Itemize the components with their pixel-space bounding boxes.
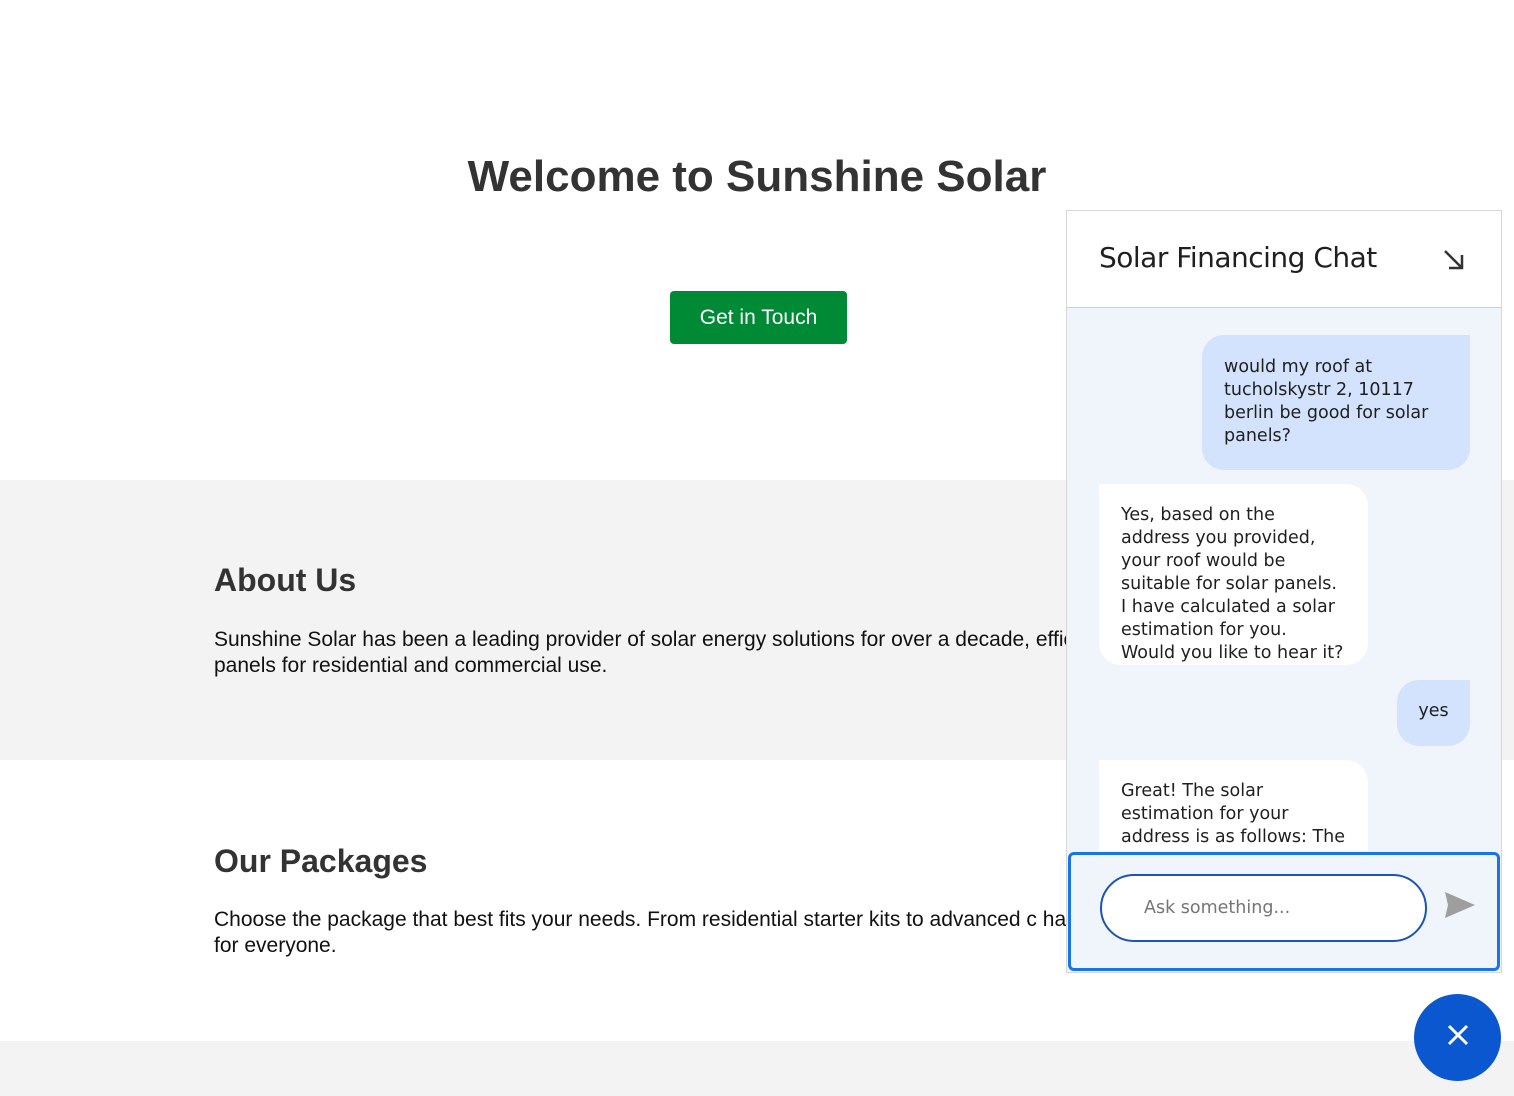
packages-heading: Our Packages <box>214 843 428 879</box>
packages-text: Choose the package that best fits your n… <box>214 908 1192 957</box>
next-section <box>0 1041 1514 1096</box>
arrow-down-right-icon[interactable] <box>1439 245 1469 275</box>
user-message: would my roof at tucholskystr 2, 10117 b… <box>1202 335 1470 470</box>
send-icon[interactable] <box>1443 890 1477 920</box>
about-heading: About Us <box>214 562 357 598</box>
page-title: Welcome to Sunshine Solar <box>467 152 1047 201</box>
user-message: yes <box>1397 680 1470 746</box>
close-icon <box>1445 1022 1471 1053</box>
chat-title: Solar Financing Chat <box>1099 241 1377 274</box>
chat-panel: Solar Financing Chat would my roof at tu… <box>1066 210 1502 973</box>
chat-input[interactable] <box>1100 874 1427 942</box>
bot-message: Yes, based on the address you provided, … <box>1099 484 1368 665</box>
close-chat-button[interactable] <box>1414 994 1501 1081</box>
chat-input-area <box>1068 852 1500 971</box>
chat-header: Solar Financing Chat <box>1067 211 1501 308</box>
get-in-touch-button[interactable]: Get in Touch <box>670 291 847 344</box>
message-list[interactable]: would my roof at tucholskystr 2, 10117 b… <box>1067 308 1501 851</box>
bot-message: Great! The solar estimation for your add… <box>1099 760 1368 851</box>
about-text: Sunshine Solar has been a leading provid… <box>214 628 1160 677</box>
